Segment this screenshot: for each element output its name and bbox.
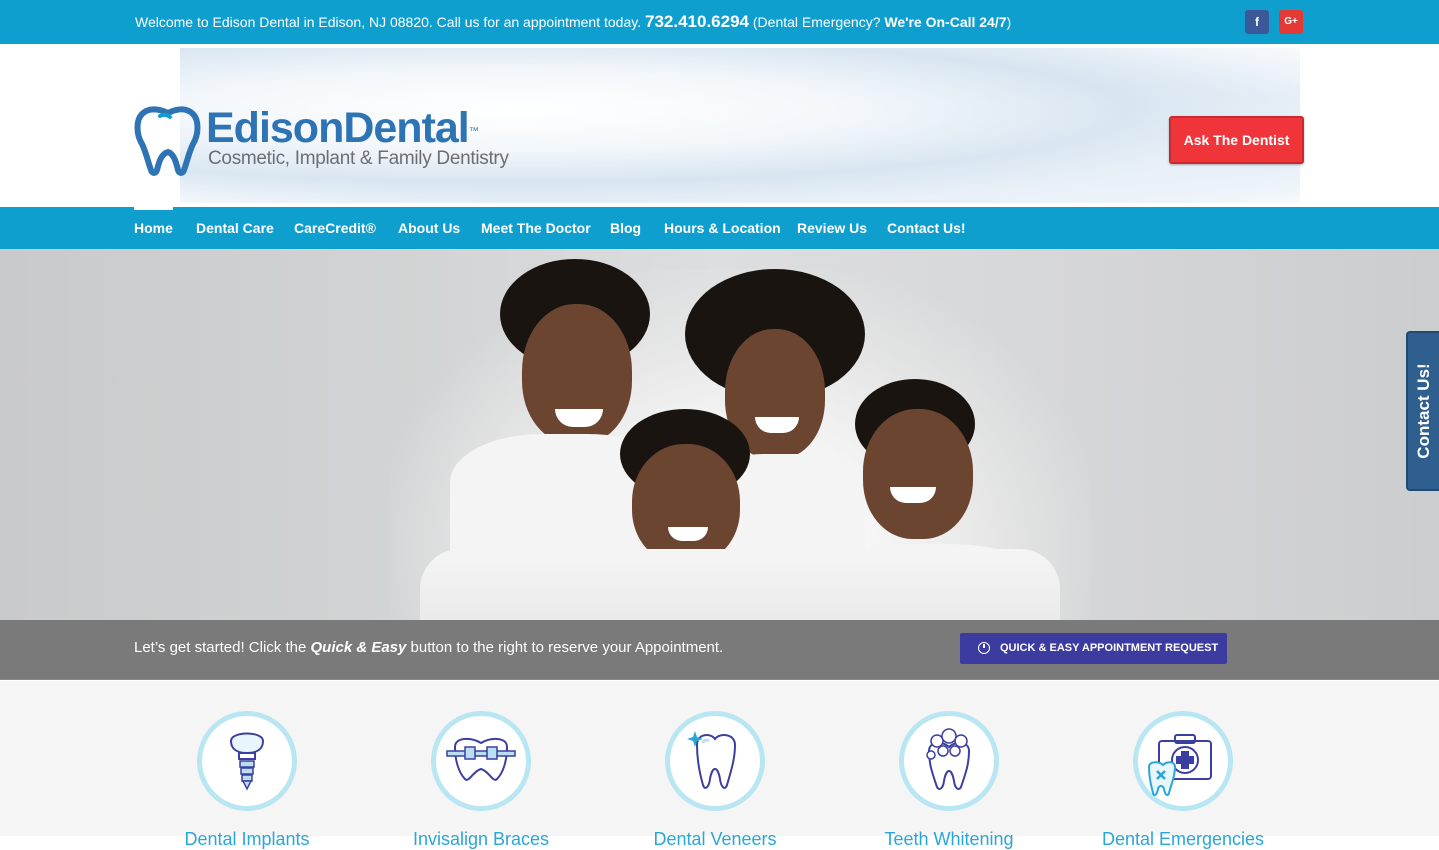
service-label: Invisalign Braces: [412, 829, 550, 849]
nav-item-carecredit[interactable]: CareCredit®: [294, 207, 376, 249]
cta-message: Let’s get started! Click the Quick & Eas…: [134, 620, 723, 678]
nav-item-about-us[interactable]: About Us: [398, 207, 460, 249]
cta-text-after: button to the right to reserve your Appo…: [406, 639, 724, 656]
dental-implant-icon: [229, 732, 265, 791]
appointment-button-label: QUICK & EASY APPOINTMENT REQUEST: [1000, 642, 1219, 654]
nav-item-blog[interactable]: Blog: [610, 207, 641, 249]
contact-us-side-tab[interactable]: Contact Us!: [1406, 331, 1439, 491]
contact-tab-label: Contact Us!: [1413, 363, 1433, 459]
cta-text-before: Let’s get started! Click the: [134, 639, 311, 656]
bed-sheet: [420, 549, 1060, 620]
nav-item-home[interactable]: Home: [134, 207, 173, 249]
site-logo[interactable]: EdisonDental™ Cosmetic, Implant & Family…: [134, 104, 509, 176]
service-label: Dental Implants: [184, 829, 310, 849]
top-bar: Welcome to Edison Dental in Edison, NJ 0…: [0, 0, 1439, 44]
service-label: Dental Veneers: [653, 829, 777, 849]
brand-text: EdisonDental: [206, 104, 470, 152]
clock-icon: [978, 642, 990, 654]
dental-emergency-icon: [1147, 734, 1212, 797]
service-invisalign-braces[interactable]: Invisalign Braces: [413, 711, 549, 849]
tooth-logo-icon: [134, 106, 201, 176]
main-nav: Home Dental Care CareCredit® About Us Me…: [0, 207, 1439, 249]
emergency-suffix: ): [1006, 14, 1012, 30]
invisalign-braces-icon: [446, 737, 516, 781]
appointment-cta-bar: Let’s get started! Click the Quick & Eas…: [0, 620, 1439, 680]
brand-tagline: Cosmetic, Implant & Family Dentistry: [208, 148, 509, 169]
services-section: Dental Implants Invisalign Braces Dental…: [0, 681, 1439, 849]
teeth-whitening-icon: [926, 728, 971, 790]
service-dental-implants[interactable]: Dental Implants: [184, 711, 310, 849]
service-label: Teeth Whitening: [884, 829, 1014, 849]
hero-banner: Contact Us!: [0, 249, 1439, 620]
welcome-message: Welcome to Edison Dental in Edison, NJ 0…: [135, 0, 1011, 44]
phone-link[interactable]: 732.410.6294: [645, 12, 749, 31]
nav-item-contact-us[interactable]: Contact Us!: [887, 207, 966, 249]
service-label: Dental Emergencies: [1101, 829, 1265, 849]
welcome-text: Welcome to Edison Dental in Edison, NJ 0…: [135, 14, 642, 30]
google-plus-icon[interactable]: G+: [1279, 10, 1303, 34]
nav-item-meet-the-doctor[interactable]: Meet The Doctor: [481, 207, 591, 249]
service-dental-veneers[interactable]: Dental Veneers: [653, 711, 777, 849]
oncall-text: We're On-Call 24/7: [884, 14, 1007, 30]
service-teeth-whitening[interactable]: Teeth Whitening: [884, 711, 1014, 849]
ask-the-dentist-button[interactable]: Ask The Dentist: [1169, 116, 1304, 164]
facebook-icon[interactable]: f: [1245, 10, 1269, 34]
appointment-request-button[interactable]: QUICK & EASY APPOINTMENT REQUEST: [960, 633, 1227, 664]
nav-item-review-us[interactable]: Review Us: [797, 207, 867, 249]
dental-veneers-icon: [687, 731, 737, 789]
nav-item-dental-care[interactable]: Dental Care: [196, 207, 274, 249]
service-dental-emergencies[interactable]: Dental Emergencies: [1102, 711, 1264, 849]
trademark: ™: [468, 126, 479, 137]
cta-text-emphasis: Quick & Easy: [310, 639, 407, 656]
emergency-prefix: (Dental Emergency?: [752, 14, 881, 30]
site-header: EdisonDental™ Cosmetic, Implant & Family…: [0, 44, 1439, 207]
nav-item-hours-location[interactable]: Hours & Location: [664, 207, 781, 249]
brand-name: EdisonDental™: [206, 106, 479, 150]
